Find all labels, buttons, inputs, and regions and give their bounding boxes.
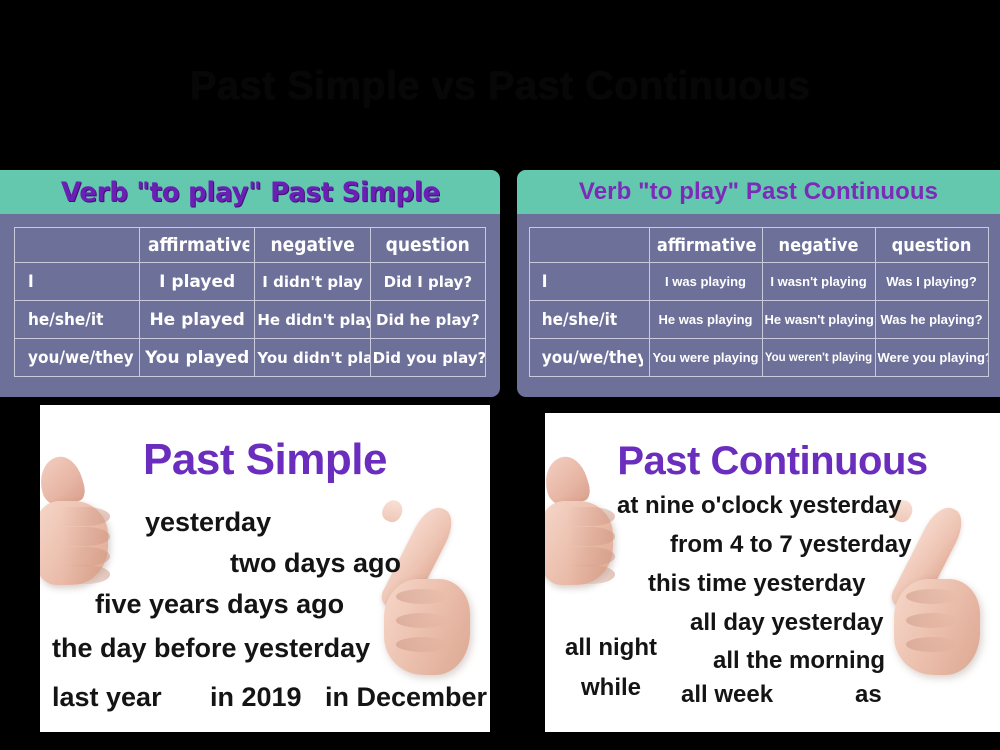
poster-canvas: Past Simple vs Past Continuous Verb "to … bbox=[0, 0, 1000, 750]
past-continuous-table-heading: Verb "to play" Past Continuous bbox=[578, 178, 939, 205]
past-continuous-expressions-card: Past Continuous at nine o'clock yesterda… bbox=[545, 413, 1000, 732]
time-expression: as bbox=[855, 681, 882, 708]
row-label: he/she/it bbox=[534, 300, 644, 339]
column-header-question: question bbox=[375, 227, 481, 263]
time-expression: the day before yesterday bbox=[52, 633, 371, 663]
row-label: you/we/they bbox=[20, 338, 134, 377]
past-simple-table-heading: Verb "to play" Past Simple bbox=[60, 176, 440, 208]
cell-affirmative: You were playing bbox=[648, 338, 763, 377]
cell-negative: I wasn't playing bbox=[761, 262, 876, 301]
row-label: he/she/it bbox=[20, 300, 134, 339]
past-continuous-card-title: Past Continuous bbox=[617, 439, 928, 483]
past-simple-conjugation-table: affirmative negative question I I played… bbox=[14, 227, 487, 377]
time-expression: this time yesterday bbox=[648, 570, 866, 597]
table-row: I I played I didn't play Did I play? bbox=[15, 262, 487, 301]
time-expression: five years days ago bbox=[95, 589, 345, 619]
column-header-question: question bbox=[880, 227, 983, 263]
column-header-affirmative: affirmative bbox=[654, 227, 757, 263]
table-row: I I was playing I wasn't playing Was I p… bbox=[529, 262, 989, 301]
table-header-row: affirmative negative question bbox=[15, 227, 486, 263]
time-expression: in 2019 bbox=[210, 682, 302, 712]
time-expression: all day yesterday bbox=[690, 609, 884, 636]
row-label: you/we/they bbox=[534, 338, 644, 377]
column-header-blank bbox=[20, 227, 134, 263]
cell-question: Did you play? bbox=[369, 338, 487, 377]
time-expression: while bbox=[581, 674, 642, 701]
table-row: he/she/it He played He didn't play Did h… bbox=[15, 300, 487, 339]
time-expression: all the morning bbox=[713, 647, 886, 674]
table-row: you/we/they You played You didn't play D… bbox=[15, 338, 487, 377]
cell-question: Did he play? bbox=[369, 300, 487, 339]
pointing-hand-icon bbox=[370, 496, 482, 693]
cell-question: Did I play? bbox=[369, 262, 487, 301]
table-header-row: affirmative negative question bbox=[529, 227, 988, 263]
page-title: Past Simple vs Past Continuous bbox=[189, 64, 811, 108]
past-simple-expressions-card: Past Simple yesterday two days ago five … bbox=[40, 405, 490, 732]
cell-question: Was I playing? bbox=[874, 262, 989, 301]
cell-question: Were you playing? bbox=[874, 338, 989, 377]
past-continuous-table-panel: Verb "to play" Past Continuous affirmati… bbox=[517, 170, 1000, 397]
cell-negative: He wasn't playing bbox=[761, 300, 876, 339]
time-expression: yesterday bbox=[145, 507, 272, 537]
time-expression: at nine o'clock yesterday bbox=[617, 492, 902, 519]
column-header-blank bbox=[534, 227, 644, 263]
past-continuous-table-header: Verb "to play" Past Continuous bbox=[517, 170, 1000, 214]
table-row: you/we/they You were playing You weren't… bbox=[529, 338, 989, 377]
time-expression: from 4 to 7 yesterday bbox=[670, 531, 912, 558]
column-header-affirmative: affirmative bbox=[144, 227, 250, 263]
past-simple-card-title: Past Simple bbox=[143, 435, 387, 484]
cell-affirmative: You played bbox=[138, 338, 256, 377]
cell-affirmative: He was playing bbox=[648, 300, 763, 339]
column-header-negative: negative bbox=[260, 227, 365, 263]
cell-question: Was he playing? bbox=[874, 300, 989, 339]
past-continuous-conjugation-table: affirmative negative question I I was pl… bbox=[529, 227, 989, 377]
cell-affirmative: I was playing bbox=[648, 262, 763, 301]
cell-negative: He didn't play bbox=[254, 300, 371, 339]
time-expression: two days ago bbox=[230, 548, 402, 578]
time-expression: in December bbox=[325, 682, 488, 712]
row-label: I bbox=[20, 262, 134, 301]
cell-affirmative: He played bbox=[138, 300, 256, 339]
time-expression: last year bbox=[52, 682, 162, 712]
time-expression: all night bbox=[565, 634, 657, 661]
past-simple-table-panel: Verb "to play" Past Simple affirmative n… bbox=[0, 170, 500, 397]
table-row: he/she/it He was playing He wasn't playi… bbox=[529, 300, 989, 339]
row-label: I bbox=[534, 262, 644, 301]
pointing-hand-icon bbox=[880, 496, 992, 693]
cell-negative: You weren't playing bbox=[761, 338, 876, 377]
cell-negative: You didn't play bbox=[254, 338, 371, 377]
cell-negative: I didn't play bbox=[254, 262, 371, 301]
column-header-negative: negative bbox=[767, 227, 870, 263]
cell-affirmative: I played bbox=[138, 262, 256, 301]
past-simple-table-header: Verb "to play" Past Simple bbox=[0, 170, 500, 214]
time-expression: all week bbox=[681, 681, 774, 708]
